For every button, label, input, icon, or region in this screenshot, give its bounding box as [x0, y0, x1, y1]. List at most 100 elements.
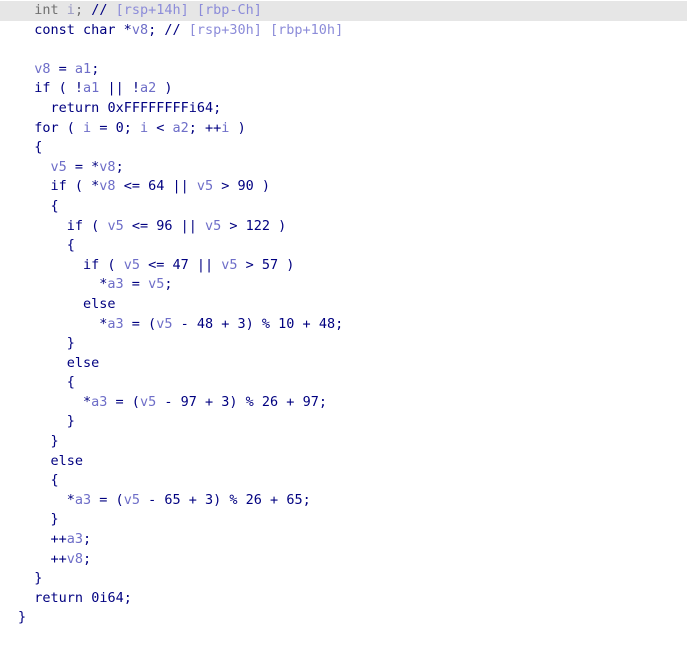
code-line[interactable] — [0, 40, 687, 60]
code-line[interactable]: { — [0, 373, 687, 393]
code-line[interactable]: ++v8; — [0, 550, 687, 570]
code-line[interactable]: } — [0, 412, 687, 432]
code-token: { — [18, 237, 75, 254]
code-line[interactable]: if ( !a1 || !a2 ) — [0, 79, 687, 99]
code-token: 3 — [205, 491, 214, 508]
code-token: } — [18, 335, 75, 352]
code-line[interactable]: else — [0, 295, 687, 315]
code-line[interactable]: } — [0, 334, 687, 354]
code-line[interactable]: for ( i = 0; i < a2; ++i ) — [0, 119, 687, 139]
code-line[interactable]: { — [0, 236, 687, 256]
code-token: 57 — [261, 256, 279, 273]
code-token: = ( — [107, 393, 140, 410]
code-line[interactable]: const char *v8; // [rsp+30h] [rbp+10h] — [0, 21, 687, 41]
code-token: 0xFFFFFFFFi64 — [107, 99, 214, 116]
code-token: - — [172, 315, 197, 332]
code-line[interactable]: *a3 = (v5 - 97 + 3) % 26 + 97; — [0, 393, 687, 413]
code-token: v5 — [123, 256, 140, 273]
code-token: if — [66, 217, 84, 234]
code-token: ) — [278, 256, 295, 273]
code-token: return — [34, 589, 84, 606]
code-token: { — [18, 197, 59, 214]
code-token: return — [50, 99, 100, 116]
code-token: } — [18, 511, 59, 528]
code-token: 122 — [245, 217, 271, 234]
code-token: * — [18, 315, 108, 332]
code-line[interactable]: else — [0, 452, 687, 472]
code-line[interactable]: { — [0, 471, 687, 491]
code-token: 0 — [115, 119, 124, 136]
code-token: ; — [83, 531, 92, 548]
code-line[interactable]: } — [0, 569, 687, 589]
code-token: 90 — [237, 178, 254, 195]
code-token: + — [294, 315, 319, 332]
code-line[interactable]: ++a3; — [0, 530, 687, 550]
code-token: ) — [253, 178, 271, 195]
code-token: ( — [99, 256, 124, 273]
code-line[interactable]: } — [0, 432, 687, 452]
pseudocode-view[interactable]: int i; // [rsp+14h] [rbp-Ch] const char … — [0, 0, 687, 645]
code-token: int — [34, 2, 59, 18]
code-line[interactable]: if ( v5 <= 47 || v5 > 57 ) — [0, 256, 687, 276]
code-line[interactable]: *a3 = (v5 - 48 + 3) % 10 + 48; — [0, 315, 687, 335]
code-token: ( * — [66, 178, 100, 195]
code-line[interactable]: } — [0, 510, 687, 530]
code-token: v8 — [66, 550, 84, 567]
code-line[interactable]: } — [0, 608, 687, 628]
code-line[interactable]: *a3 = v5; — [0, 275, 687, 295]
code-token: } — [18, 433, 59, 450]
code-token: v8 — [99, 158, 116, 175]
code-token: v5 — [107, 217, 124, 234]
code-token: { — [18, 139, 43, 156]
code-token: v5 — [156, 315, 173, 332]
code-token: <= — [115, 178, 149, 195]
code-token: { — [18, 374, 75, 391]
code-line[interactable]: { — [0, 138, 687, 158]
code-token: = ( — [123, 315, 157, 332]
code-token: v8 — [131, 21, 149, 38]
code-token: > — [237, 256, 262, 273]
code-line[interactable]: *a3 = (v5 - 65 + 3) % 26 + 65; — [0, 491, 687, 511]
code-token: ; — [115, 158, 124, 175]
code-token: ) % — [229, 393, 262, 410]
code-token: 26 — [245, 491, 262, 508]
code-token: * — [18, 276, 108, 293]
code-token: <= — [139, 256, 173, 273]
code-token: a1 — [83, 80, 100, 97]
code-token: ) — [270, 217, 287, 234]
code-token: 65 — [286, 491, 303, 508]
code-line[interactable]: if ( *v8 <= 64 || v5 > 90 ) — [0, 177, 687, 197]
code-token: v5 — [196, 178, 214, 195]
code-token: a3 — [107, 315, 124, 332]
code-line[interactable]: int i; // [rsp+14h] [rbp-Ch] — [0, 1, 687, 21]
code-line[interactable]: { — [0, 197, 687, 217]
code-token: ; ++ — [188, 119, 222, 136]
code-token: ) % — [245, 315, 279, 332]
code-token: + — [261, 491, 287, 508]
code-token: > — [213, 178, 238, 195]
code-line[interactable]: else — [0, 354, 687, 374]
code-token: + — [213, 315, 238, 332]
code-token: else — [50, 452, 84, 469]
code-line[interactable]: if ( v5 <= 96 || v5 > 122 ) — [0, 217, 687, 237]
code-token: for — [34, 119, 59, 136]
code-line[interactable]: v5 = *v8; — [0, 158, 687, 178]
code-line[interactable]: return 0i64; — [0, 589, 687, 609]
code-token: * — [115, 21, 132, 38]
code-token: ( — [58, 119, 84, 136]
code-line[interactable]: return 0xFFFFFFFFi64; — [0, 99, 687, 119]
code-line[interactable]: v8 = a1; — [0, 60, 687, 80]
